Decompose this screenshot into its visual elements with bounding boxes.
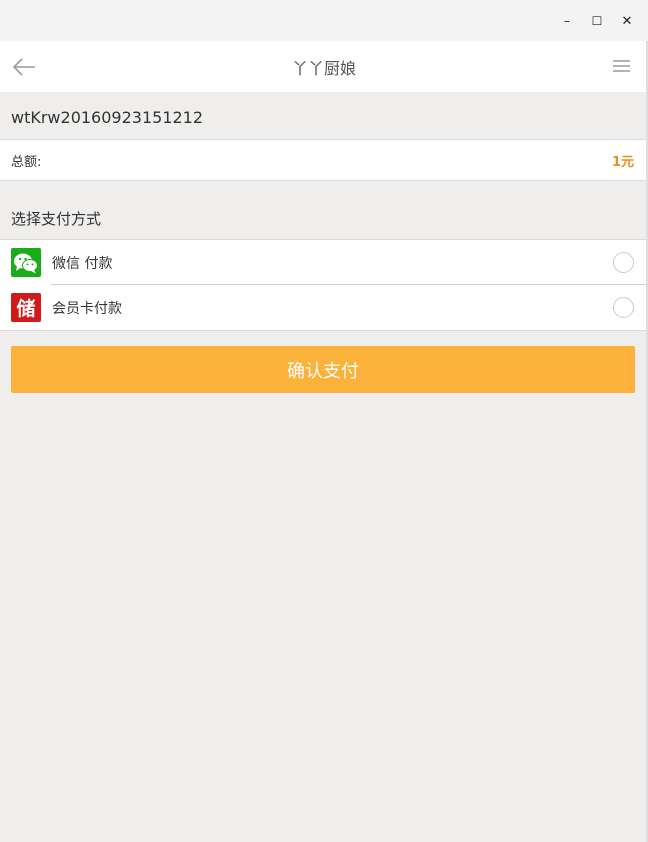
wechat-radio[interactable]	[613, 252, 634, 273]
payment-option-label: 微信 付款	[52, 256, 113, 272]
maximize-button[interactable]: ☐	[588, 12, 606, 30]
payment-option-wechat[interactable]: 微信 付款	[0, 240, 648, 285]
order-number: wtKrw20160923151212	[11, 108, 204, 127]
member-card-icon: 储	[11, 293, 41, 322]
payment-method-list: 微信 付款 储 会员卡付款	[0, 239, 648, 331]
minimize-button[interactable]: –	[558, 12, 576, 30]
back-button[interactable]	[12, 54, 38, 80]
close-button[interactable]: ✕	[618, 12, 636, 30]
total-amount: 1元	[611, 155, 634, 170]
arrow-left-icon	[12, 58, 35, 76]
confirm-payment-button[interactable]: 确认支付	[11, 346, 635, 393]
payment-method-heading: 选择支付方式	[11, 210, 102, 228]
nav-bar: 丫丫厨娘	[0, 41, 648, 92]
member-card-radio[interactable]	[613, 297, 634, 318]
page-title: 丫丫厨娘	[291, 58, 356, 78]
total-row: 总额: 1元	[0, 139, 648, 181]
window-title-bar: – ☐ ✕	[0, 0, 648, 41]
total-label: 总额:	[11, 155, 42, 170]
wechat-icon	[11, 248, 41, 277]
payment-option-label: 会员卡付款	[52, 301, 122, 317]
payment-option-member-card[interactable]: 储 会员卡付款	[0, 285, 648, 330]
menu-button[interactable]	[612, 58, 632, 74]
hamburger-menu-icon	[613, 60, 630, 72]
